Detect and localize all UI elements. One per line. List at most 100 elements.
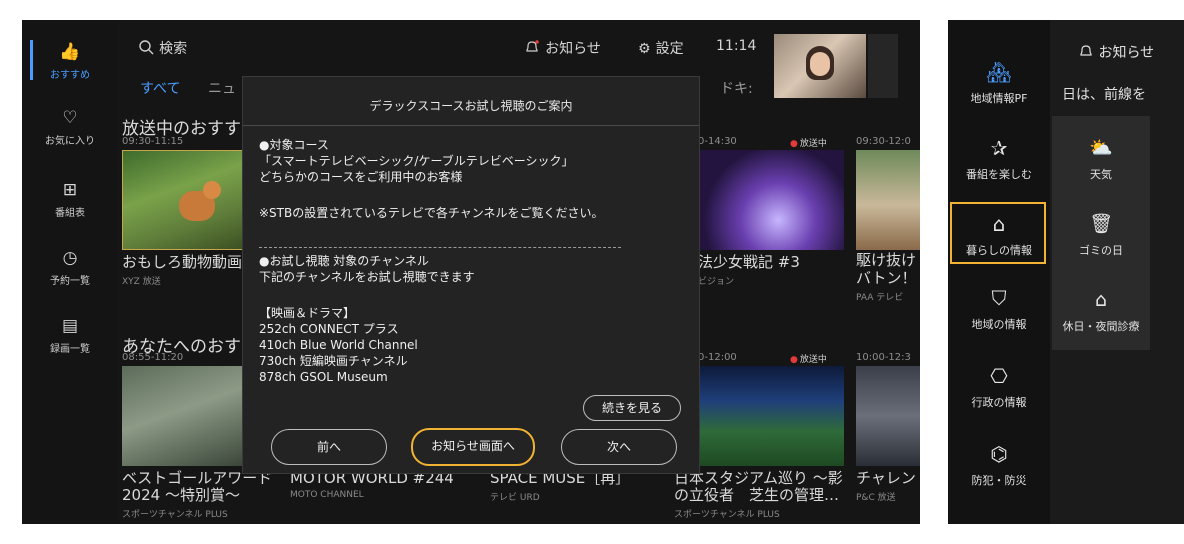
dialog-text-line: 730ch 短編映画チャンネル	[259, 354, 408, 368]
panel-menu: 🏘 地域情報PF ✰ 番組を楽しむ ⌂ 暮らしの情報 ⛉ 地域の情報 ⎔ 行政の…	[948, 20, 1050, 524]
search-label: 検索	[159, 41, 188, 57]
sub-menu: ⛅ 天気 🗑 ゴミの日 ⌂ 休日・夜間診療	[1052, 116, 1150, 350]
nav-item-recordings[interactable]: ▤ 録画一覧	[22, 316, 118, 355]
sub-label: 天気	[1090, 168, 1112, 181]
program-thumbnail[interactable]	[856, 150, 920, 250]
tab-news[interactable]: ニュ	[208, 78, 236, 98]
sub-item-holiday-clinic[interactable]: ⌂ 休日・夜間診療	[1052, 288, 1150, 334]
sub-label: ゴミの日	[1079, 244, 1123, 257]
clock: 11:14	[716, 38, 757, 54]
search-button[interactable]: 検索	[138, 38, 187, 58]
gear-icon: ⚙	[638, 41, 651, 57]
nav-label: お気に入り	[45, 136, 95, 147]
dialog-text-line: ●対象コース	[259, 138, 329, 152]
preview-edge	[868, 34, 898, 98]
notice-button[interactable]: お知らせ	[524, 38, 601, 58]
program-channel: スポーツチャンネル PLUS	[674, 510, 780, 520]
settings-button[interactable]: ⚙ 設定	[638, 38, 684, 58]
sub-item-weather[interactable]: ⛅ 天気	[1052, 136, 1150, 182]
program-thumbnail[interactable]	[698, 150, 844, 250]
divider	[243, 125, 699, 126]
panel-notice-label: お知らせ	[1098, 45, 1155, 61]
program-time: 0-12:00	[698, 352, 737, 363]
menu-item-community-pf[interactable]: 🏘 地域情報PF	[948, 60, 1050, 106]
dialog-text-line: どちらかのコースをご利用中のお客様	[259, 170, 463, 184]
menu-label: 暮らしの情報	[966, 244, 1032, 257]
program-channel: スポーツチャンネル PLUS	[122, 510, 228, 520]
program-thumbnail[interactable]	[122, 366, 246, 466]
read-more-button[interactable]: 続きを見る	[583, 395, 681, 421]
nav-item-favorites[interactable]: ♡ お気に入り	[22, 108, 118, 147]
nav-item-program-guide[interactable]: ⊞ 番組表	[22, 180, 118, 219]
program-time: 0-14:30	[698, 136, 737, 147]
program-title: の立役者 芝生の管理…	[674, 486, 840, 504]
menu-item-safety[interactable]: ⌬ 防犯・防災	[948, 442, 1050, 488]
menu-item-local-info[interactable]: ⛉ 地域の情報	[948, 286, 1050, 332]
nav-item-recommended[interactable]: 👍 おすすめ	[22, 42, 118, 81]
tab-documentary[interactable]: ドキ:	[720, 78, 753, 98]
dialog-text-line: 878ch GSOL Museum	[259, 370, 388, 384]
grid-icon: ⊞	[62, 180, 78, 200]
panel-notice-button[interactable]: お知らせ	[1078, 42, 1154, 62]
dialog-text-line: ●お試し視聴 対象のチャンネル	[259, 254, 429, 268]
next-button[interactable]: 次へ	[561, 429, 677, 465]
program-channel: P&C 放送	[856, 493, 896, 503]
weather-icon: ⛅	[1089, 137, 1113, 159]
clinic-icon: ⌂	[1094, 289, 1108, 311]
program-thumbnail[interactable]	[122, 150, 246, 250]
side-navigation: 👍 おすすめ ♡ お気に入り ⊞ 番組表 ◷ 予約一覧 ▤ 録画一覧	[22, 20, 118, 524]
prev-button[interactable]: 前へ	[271, 429, 387, 465]
program-title: 2024 ～特別賞～	[122, 486, 240, 504]
menu-label: 防犯・防災	[971, 474, 1027, 487]
news-ticker: 日は、前線を	[1062, 87, 1146, 103]
tab-all[interactable]: すべて	[140, 78, 180, 98]
program-channel: ビジョン	[698, 277, 735, 287]
live-badge: 放送中	[790, 352, 827, 365]
bell-icon	[526, 40, 539, 52]
program-time: 09:30-12:0	[856, 136, 911, 147]
live-badge: 放送中	[790, 136, 827, 149]
sub-item-garbage-day[interactable]: 🗑 ゴミの日	[1052, 212, 1150, 258]
clock-icon: ◷	[62, 248, 78, 268]
program-channel: PAA テレビ	[856, 293, 904, 303]
menu-label: 番組を楽しむ	[966, 168, 1032, 181]
menu-item-enjoy-programs[interactable]: ✰ 番組を楽しむ	[948, 136, 1050, 182]
program-thumbnail[interactable]	[856, 366, 920, 466]
community-info-panel: お知らせ 日は、前線を 🏘 地域情報PF ✰ 番組を楽しむ ⌂ 暮らしの情報 ⛉…	[948, 20, 1184, 524]
nav-label: おすすめ	[50, 70, 90, 81]
dialog-title: デラックスコースお試し視聴のご案内	[369, 99, 573, 113]
program-thumbnail[interactable]	[698, 366, 844, 466]
program-title: バトン！	[856, 269, 917, 287]
home-info-icon: ⌂	[992, 212, 1006, 236]
heart-icon: ♡	[62, 108, 78, 128]
tv-screen: 👍 おすすめ ♡ お気に入り ⊞ 番組表 ◷ 予約一覧 ▤ 録画一覧 検索 お知…	[22, 20, 920, 524]
menu-item-living-info[interactable]: ⌂ 暮らしの情報	[948, 212, 1050, 258]
nav-label: 録画一覧	[50, 344, 90, 355]
sub-label: 休日・夜間診療	[1062, 320, 1140, 333]
thumbs-up-icon: 👍	[59, 42, 81, 62]
menu-label: 地域の情報	[971, 318, 1027, 331]
program-time: 10:00-12:3	[856, 352, 911, 363]
search-icon	[139, 40, 154, 55]
program-time: 08:55-11:20	[122, 352, 184, 363]
program-title: 法少女戦記 #3	[698, 253, 800, 271]
film-icon: ▤	[61, 316, 79, 336]
menu-item-government-info[interactable]: ⎔ 行政の情報	[948, 364, 1050, 410]
nav-label: 予約一覧	[50, 276, 90, 287]
bell-icon	[1080, 45, 1092, 56]
program-title: おもしろ動物動画	[122, 253, 243, 271]
dialog-text-line: 【映画＆ドラマ】	[259, 306, 356, 320]
nav-item-reservations[interactable]: ◷ 予約一覧	[22, 248, 118, 287]
dialog-text-line: 252ch CONNECT プラス	[259, 322, 399, 336]
program-time: 09:30-11:15	[122, 136, 184, 147]
dialog-text-line: 410ch Blue World Channel	[259, 338, 418, 352]
settings-label: 設定	[655, 41, 684, 57]
preview-video[interactable]	[774, 34, 866, 98]
program-title: チャレン	[856, 469, 916, 487]
sparkle-icon: ✰	[990, 136, 1008, 160]
program-channel: XYZ 放送	[122, 277, 161, 287]
dashed-divider	[259, 247, 621, 248]
trial-viewing-dialog: デラックスコースお試し視聴のご案内 ●対象コース 「スマートテレビベーシック/ケ…	[242, 76, 700, 474]
go-to-notices-button[interactable]: お知らせ画面へ	[411, 428, 535, 466]
trash-calendar-icon: 🗑	[1088, 213, 1114, 235]
